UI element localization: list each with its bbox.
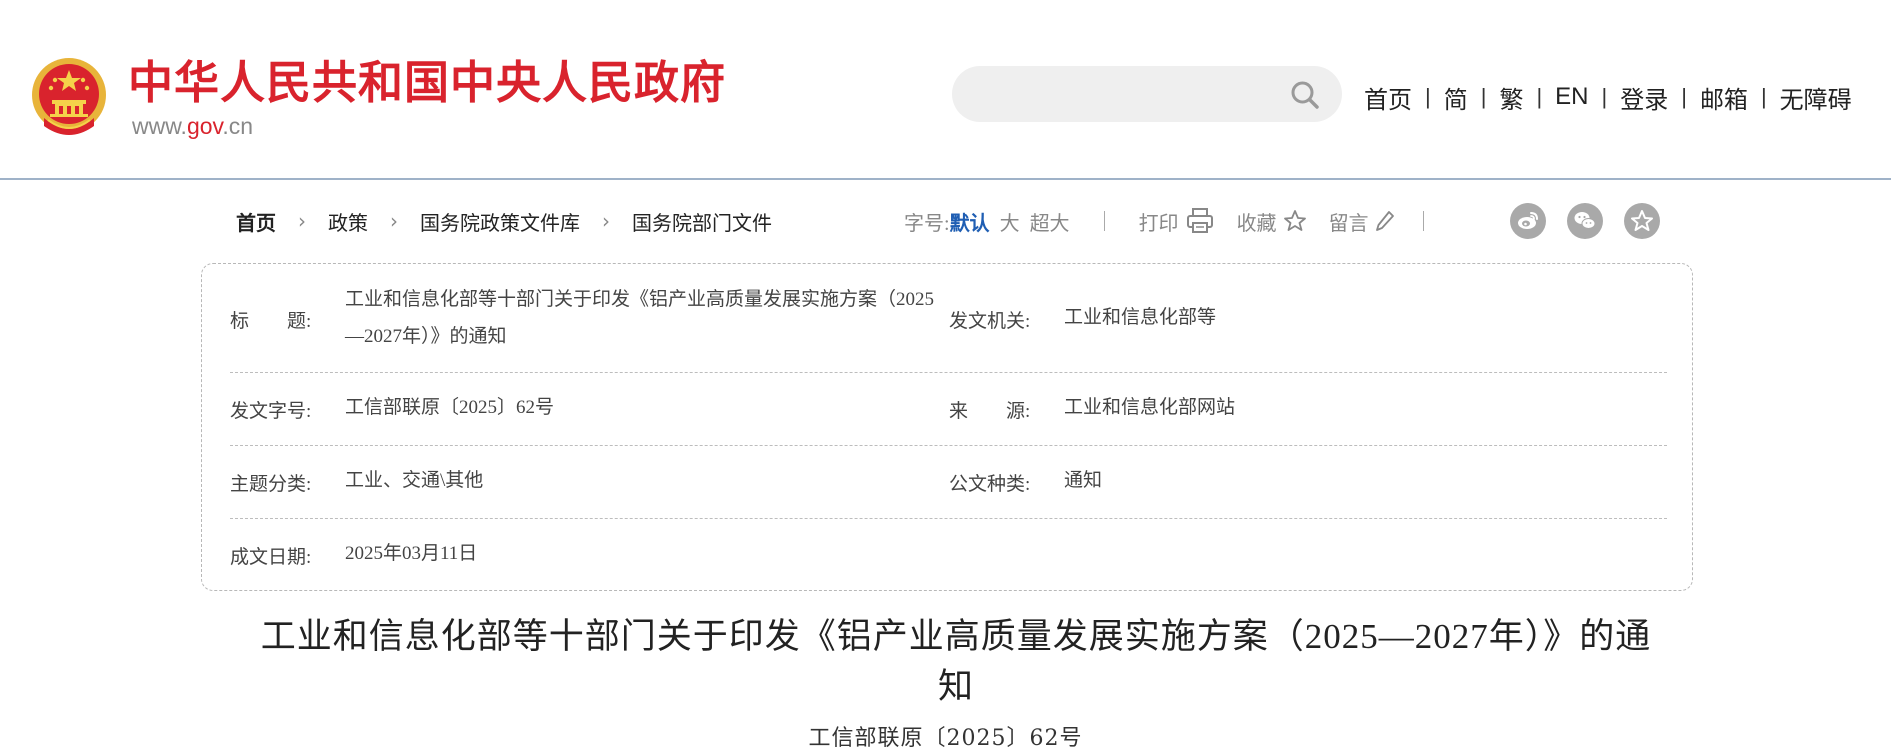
comment-label: 留言 — [1328, 212, 1369, 235]
site-header: 中华人民共和国中央人民政府 www.gov.cn 首页 | 简 | 繁 | EN… — [0, 0, 1891, 180]
comment-button[interactable]: 留言 — [1329, 207, 1395, 236]
font-size-large[interactable]: 大 — [1000, 207, 1020, 236]
doc-type-label: 公文种类: — [949, 474, 1031, 495]
date-label: 成文日期: — [230, 547, 312, 568]
nav-traditional[interactable]: 繁 — [1499, 80, 1523, 115]
chevron-right-icon: › — [602, 209, 610, 233]
breadcrumb-policy-library[interactable]: 国务院政策文件库 — [420, 207, 580, 236]
nav-separator: | — [1601, 84, 1608, 109]
breadcrumb-home[interactable]: 首页 — [236, 207, 276, 236]
nav-separator: | — [1760, 84, 1767, 109]
doc-type-value: 通知 — [1064, 470, 1103, 491]
topic-value: 工业、交通\其他 — [345, 470, 484, 491]
site-url-prefix: www. — [132, 113, 187, 139]
breadcrumb-policy[interactable]: 政策 — [328, 207, 368, 236]
nav-home[interactable]: 首页 — [1364, 80, 1412, 115]
nav-separator: | — [1536, 84, 1543, 109]
nav-accessibility[interactable]: 无障碍 — [1780, 80, 1852, 115]
source-label: 来 源: — [949, 401, 1031, 422]
font-size-xlarge[interactable]: 超大 — [1030, 207, 1070, 236]
date-value: 2025年03月11日 — [345, 543, 478, 564]
issuer-value: 工业和信息化部等 — [1064, 307, 1217, 328]
site-url[interactable]: www.gov.cn — [132, 112, 253, 140]
font-size-label: 字号: — [904, 212, 950, 235]
wechat-icon[interactable] — [1567, 203, 1603, 239]
breadcrumb: 首页 › 政策 › 国务院政策文件库 › 国务院部门文件 — [236, 206, 772, 236]
doc-number-label: 发文字号: — [230, 401, 312, 422]
print-label: 打印 — [1138, 212, 1179, 235]
star-icon — [1283, 210, 1306, 231]
nav-mailbox[interactable]: 邮箱 — [1700, 80, 1748, 115]
nav-login[interactable]: 登录 — [1620, 80, 1668, 115]
chevron-right-icon: › — [390, 209, 398, 233]
breadcrumb-department-docs[interactable]: 国务院部门文件 — [632, 207, 772, 236]
weibo-icon[interactable] — [1510, 203, 1546, 239]
search-box — [952, 66, 1342, 122]
nav-separator: | — [1480, 84, 1487, 109]
article-doc-number: 工信部联原〔2025〕62号 — [808, 726, 1083, 751]
info-row: 主题分类: 工业、交通\其他 公文种类: 通知 — [230, 445, 1667, 519]
print-button[interactable]: 打印 — [1139, 207, 1215, 236]
top-nav: 首页 | 简 | 繁 | EN | 登录 | 邮箱 | 无障碍 — [1364, 80, 1852, 114]
info-row: 标 题: 工业和信息化部等十部门关于印发《铝产业高质量发展实施方案（2025—2… — [230, 264, 1667, 373]
article-title: 工业和信息化部等十部门关于印发《铝产业高质量发展实施方案（2025—2027年）… — [260, 617, 1652, 706]
article-toolbar: 字号: 默认 大 超大 打印 收藏 留言 — [904, 204, 1458, 238]
national-emblem-icon[interactable] — [30, 56, 108, 138]
info-row: 成文日期: 2025年03月11日 — [230, 518, 1667, 590]
search-input[interactable] — [974, 76, 1278, 114]
site-url-suffix: .cn — [222, 113, 254, 139]
nav-simplified[interactable]: 简 — [1444, 80, 1468, 115]
title-value: 工业和信息化部等十部门关于印发《铝产业高质量发展实施方案（2025—2027年）… — [345, 289, 935, 347]
favorite-star-icon[interactable] — [1624, 203, 1660, 239]
favorite-button[interactable]: 收藏 — [1237, 207, 1307, 236]
source-value: 工业和信息化部网站 — [1064, 397, 1236, 418]
site-title[interactable]: 中华人民共和国中央人民政府 — [128, 56, 726, 110]
favorite-label: 收藏 — [1236, 212, 1277, 235]
nav-separator: | — [1681, 84, 1687, 109]
search-icon[interactable] — [1290, 80, 1320, 110]
nav-english[interactable]: EN — [1555, 83, 1588, 111]
doc-number-value: 工信部联原〔2025〕62号 — [345, 397, 555, 418]
info-row: 发文字号: 工信部联原〔2025〕62号 来 源: 工业和信息化部网站 — [230, 372, 1667, 446]
topic-label: 主题分类: — [230, 474, 312, 495]
document-info-box: 标 题: 工业和信息化部等十部门关于印发《铝产业高质量发展实施方案（2025—2… — [201, 263, 1693, 591]
nav-separator: | — [1425, 84, 1431, 109]
site-url-accent: gov — [186, 113, 223, 139]
issuer-label: 发文机关: — [949, 311, 1031, 332]
divider — [1422, 211, 1424, 231]
divider — [1103, 211, 1105, 231]
title-label: 标 题: — [230, 311, 312, 332]
chevron-right-icon: › — [298, 209, 306, 233]
font-size-default[interactable]: 默认 — [950, 207, 990, 236]
pencil-icon — [1375, 211, 1394, 231]
printer-icon — [1186, 208, 1213, 233]
